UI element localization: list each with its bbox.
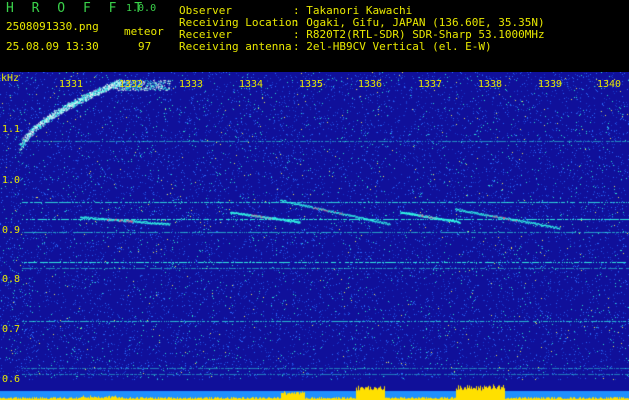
khz-unit-label: kHz [1,73,20,84]
y-tick-label: 0.9 [2,225,21,236]
x-tick-label: 1337 [418,79,443,90]
x-tick-label: 1335 [299,79,324,90]
x-tick-label: 1339 [538,79,563,90]
datetime-label: 25.08.09 13:30 [6,40,99,53]
y-tick-label: 0.8 [2,274,21,285]
x-tick-label: 1332 [119,79,144,90]
info-value: : 2el-HB9CV Vertical (el. E-W) [293,40,492,53]
x-tick-label: 1334 [239,79,264,90]
header-panel: H R O F F T 1.0.0 2508091330.png meteor … [0,0,629,72]
x-tick-label: 1331 [59,79,84,90]
x-tick-label: 1333 [179,79,204,90]
meteor-label: meteor [124,25,164,38]
x-tick-label: 1336 [358,79,383,90]
app-version: 1.0.0 [126,3,157,14]
spectrogram-canvas [0,72,629,400]
y-tick-label: 0.7 [2,324,21,335]
y-tick-label: 0.6 [2,374,21,385]
x-tick-label: 1340 [597,79,622,90]
y-tick-label: 1.1 [2,124,21,135]
y-tick-label: 1.0 [2,175,21,186]
info-label: Receiving antenna [179,40,292,53]
filename-label: 2508091330.png [6,20,99,33]
meteor-count: 97 [138,40,152,53]
x-tick-label: 1338 [478,79,503,90]
info-row-antenna: Receiving antenna: 2el-HB9CV Vertical (e… [179,41,492,53]
